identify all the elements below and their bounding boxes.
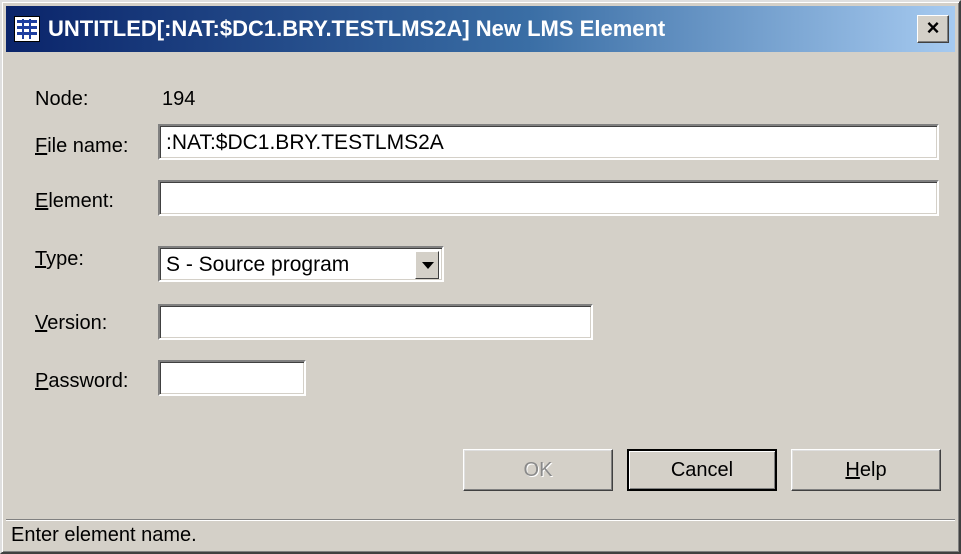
title-bar[interactable]: UNTITLED[:NAT:$DC1.BRY.TESTLMS2A] New LM… (6, 6, 955, 52)
element-field[interactable] (158, 180, 939, 216)
password-field[interactable] (158, 360, 306, 396)
ok-button[interactable]: OK (463, 449, 613, 491)
type-label: Type: (35, 248, 84, 270)
window-title: UNTITLED[:NAT:$DC1.BRY.TESTLMS2A] New LM… (48, 16, 666, 41)
status-bar: Enter element name. (6, 519, 955, 549)
app-icon[interactable] (14, 16, 40, 42)
element-label: Element: (35, 190, 114, 212)
close-button[interactable]: × (917, 15, 949, 43)
version-label: Version: (35, 312, 108, 334)
dialog-window: UNTITLED[:NAT:$DC1.BRY.TESTLMS2A] New LM… (0, 0, 961, 554)
file-name-label: File name: (35, 135, 129, 157)
cancel-button[interactable]: Cancel (627, 449, 777, 491)
file-name-field[interactable]: :NAT:$DC1.BRY.TESTLMS2A (158, 124, 939, 160)
version-field[interactable] (158, 304, 593, 340)
node-value: 194 (162, 88, 196, 110)
help-button[interactable]: Help (791, 449, 941, 491)
password-label: Password: (35, 370, 129, 392)
node-label: Node: (35, 88, 89, 110)
type-select-value: S - Source program (166, 253, 350, 276)
type-select[interactable]: S - Source program (158, 246, 444, 282)
chevron-down-icon[interactable] (415, 251, 439, 279)
